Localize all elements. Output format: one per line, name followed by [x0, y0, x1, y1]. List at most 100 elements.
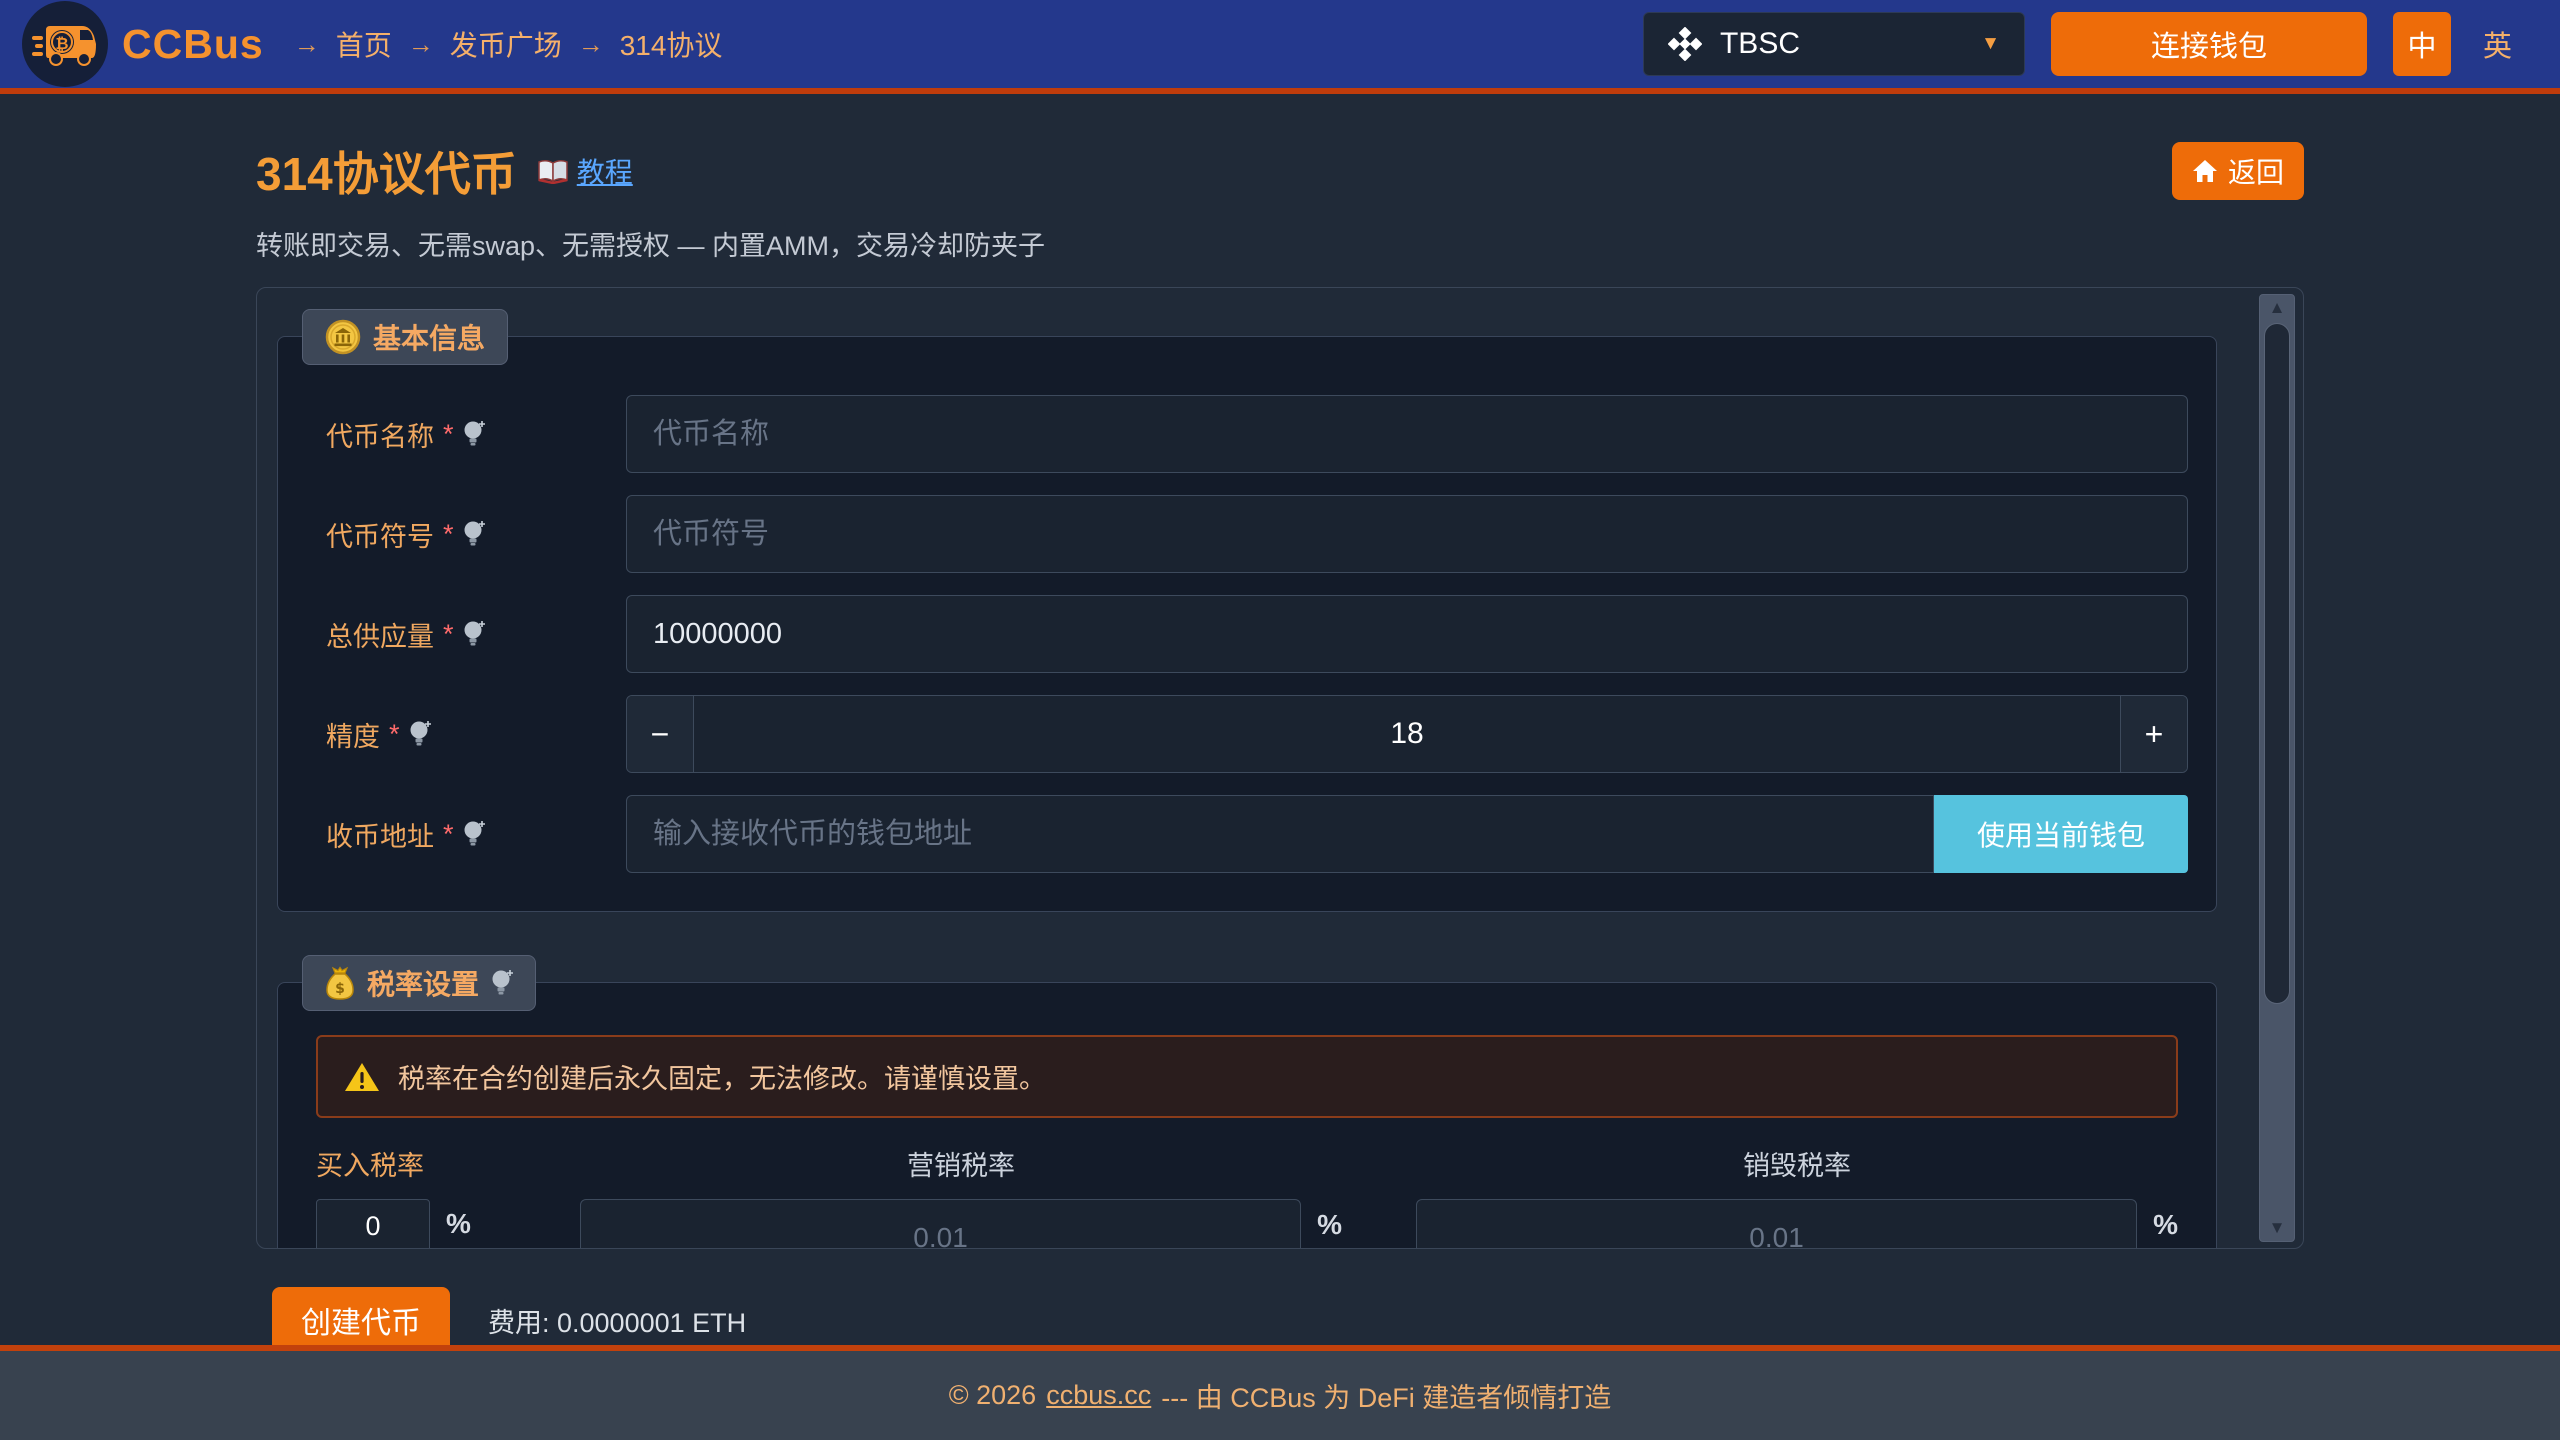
percent-sign: % — [446, 1208, 471, 1239]
breadcrumb: → 首页 → 发币广场 → 314协议 — [294, 24, 723, 64]
basic-info-section: 基本信息 代币名称 * 代币名称 代币符号 * 代币符号 总供应量 * 1000… — [277, 309, 2217, 912]
marketing-tax-label: 营销税率 — [907, 1151, 1015, 1181]
tax-warning-banner: 税率在合约创建后永久固定，无法修改。请谨慎设置。 — [316, 1035, 2178, 1118]
receive-address-label-group: 收币地址 * — [326, 815, 626, 854]
page-title: 314协议代币 — [256, 148, 517, 200]
decimals-increment-button[interactable]: + — [2121, 696, 2187, 772]
bsc-diamond-icon — [1667, 27, 1702, 61]
page-footer: © 2026 ccbus.cc --- 由 CCBus 为 DeFi 建造者倾情… — [0, 1345, 2560, 1440]
basic-info-section-badge: 基本信息 — [302, 309, 509, 365]
top-nav-bar: ₿ CCBus → 首页 → 发币广场 → 314协议 TBSC ▼ 连接钱包 … — [0, 0, 2560, 94]
required-asterisk: * — [443, 618, 454, 649]
breadcrumb-launchpad-link[interactable]: 发币广场 — [450, 24, 562, 64]
hint-bulb-icon — [491, 967, 514, 999]
buy-tax-input[interactable] — [316, 1199, 430, 1248]
tutorial-link-label: 教程 — [576, 157, 633, 188]
breadcrumb-arrow: → — [577, 28, 604, 59]
token-symbol-input[interactable] — [626, 495, 2188, 573]
marketing-tax-input[interactable] — [580, 1199, 1302, 1248]
breadcrumb-arrow: → — [293, 28, 320, 59]
main-content: 314协议代币 教程 返回 转账即交易、无需swap、无需授权 — 内置AMM，… — [0, 138, 2560, 1353]
burn-tax-label: 销毁税率 — [1743, 1151, 1851, 1181]
language-zh-button[interactable]: 中 — [2392, 12, 2451, 76]
use-current-wallet-button[interactable]: 使用当前钱包 — [1934, 795, 2188, 873]
total-supply-row: 总供应量 * — [326, 595, 2188, 673]
hint-bulb-icon — [463, 818, 485, 850]
book-icon — [537, 158, 569, 184]
network-selector-dropdown[interactable]: TBSC ▼ — [1642, 12, 2025, 76]
decimals-stepper: − 18 + — [626, 695, 2188, 773]
buy-tax-group: 买入税率 % — [316, 1144, 506, 1248]
basic-info-section-title: 基本信息 — [373, 323, 486, 354]
token-name-label: 代币名称 — [326, 421, 434, 452]
token-symbol-label: 代币符号 — [326, 521, 434, 552]
footer-site-link[interactable]: ccbus.cc — [1046, 1380, 1151, 1411]
create-token-button[interactable]: 创建代币 — [272, 1287, 450, 1353]
decimals-row: 精度 * − 18 + — [326, 695, 2188, 773]
percent-sign: % — [2153, 1209, 2178, 1240]
receive-address-input[interactable] — [626, 795, 1934, 873]
title-row: 314协议代币 教程 返回 — [256, 138, 2304, 204]
required-asterisk: * — [443, 518, 454, 549]
tax-settings-section-badge: $ 税率设置 — [302, 955, 537, 1011]
footer-copyright: © 2026 — [948, 1380, 1037, 1410]
page-subtitle: 转账即交易、无需swap、无需授权 — 内置AMM，交易冷却防夹子 — [256, 231, 1046, 261]
total-supply-label-group: 总供应量 * — [326, 615, 626, 654]
panel-scrollbar[interactable]: ▲ ▼ — [2259, 294, 2295, 1242]
ccbus-logo[interactable]: ₿ — [22, 1, 108, 87]
required-asterisk: * — [443, 818, 454, 849]
receive-address-label: 收币地址 — [326, 821, 434, 852]
hint-bulb-icon — [463, 418, 485, 450]
marketing-tax-group: 营销税率 % — [580, 1144, 1342, 1248]
bus-bitcoin-icon: ₿ — [32, 20, 98, 68]
tax-rates-row: 买入税率 % 营销税率 % 销毁税率 — [316, 1144, 2178, 1248]
scrollbar-thumb[interactable] — [2264, 323, 2290, 1005]
hint-bulb-icon — [463, 618, 485, 650]
breadcrumb-home-link[interactable]: 首页 — [336, 24, 392, 64]
brand-name[interactable]: CCBus — [122, 21, 264, 68]
decimals-label-group: 精度 * — [326, 715, 626, 754]
token-name-row: 代币名称 * — [326, 395, 2188, 473]
breadcrumb-arrow: → — [407, 28, 434, 59]
network-selected-label: TBSC — [1719, 27, 1800, 60]
tutorial-link[interactable]: 教程 — [537, 151, 633, 191]
footer-tagline: --- 由 CCBus 为 DeFi 建造者倾情打造 — [1161, 1383, 1612, 1413]
hint-bulb-icon — [409, 718, 431, 750]
scrollbar-up-arrow[interactable]: ▲ — [2260, 295, 2294, 321]
total-supply-label: 总供应量 — [326, 621, 434, 652]
submit-row: 创建代币 费用: 0.0000001 ETH — [256, 1287, 2304, 1353]
language-en-button[interactable]: 英 — [2477, 23, 2518, 65]
decimals-label: 精度 — [326, 721, 380, 752]
tax-settings-section: $ 税率设置 税率在合约创建后永久固定，无法修改。请谨慎设置。 买入税率 0 %… — [277, 955, 2217, 1248]
buy-tax-label: 买入税率 — [316, 1151, 424, 1181]
home-icon — [2192, 159, 2218, 183]
breadcrumb-current-page: 314协议 — [619, 30, 723, 61]
chevron-down-icon: ▼ — [1981, 33, 2000, 54]
scrollbar-down-arrow[interactable]: ▼ — [2260, 1215, 2294, 1241]
svg-text:₿: ₿ — [55, 34, 68, 53]
total-supply-input[interactable] — [626, 595, 2188, 673]
token-name-label-group: 代币名称 * — [326, 415, 626, 454]
required-asterisk: * — [443, 418, 454, 449]
burn-tax-input[interactable] — [1416, 1199, 2138, 1248]
token-symbol-row: 代币符号 * — [326, 495, 2188, 573]
warning-icon — [344, 1061, 380, 1093]
receive-address-row: 收币地址 * 使用当前钱包 — [326, 795, 2188, 873]
svg-text:$: $ — [335, 981, 345, 997]
hint-bulb-icon — [463, 518, 485, 550]
token-name-input[interactable] — [626, 395, 2188, 473]
money-bag-icon: $ — [325, 965, 355, 1001]
connect-wallet-button[interactable]: 连接钱包 — [2050, 12, 2367, 76]
decimals-decrement-button[interactable]: − — [627, 696, 693, 772]
burn-tax-group: 销毁税率 % — [1416, 1144, 2178, 1248]
back-button[interactable]: 返回 — [2172, 142, 2304, 200]
coin-icon — [325, 319, 361, 355]
header-actions: TBSC ▼ 连接钱包 中 英 — [1642, 12, 2518, 76]
back-button-label: 返回 — [2227, 157, 2284, 188]
fee-text: 费用: 0.0000001 ETH — [488, 1307, 747, 1338]
decimals-value[interactable]: 18 — [693, 696, 2121, 772]
tax-settings-section-title: 税率设置 — [367, 969, 480, 1000]
token-symbol-label-group: 代币符号 * — [326, 515, 626, 554]
tax-warning-text: 税率在合约创建后永久固定，无法修改。请谨慎设置。 — [398, 1064, 1046, 1094]
required-asterisk: * — [389, 718, 400, 749]
